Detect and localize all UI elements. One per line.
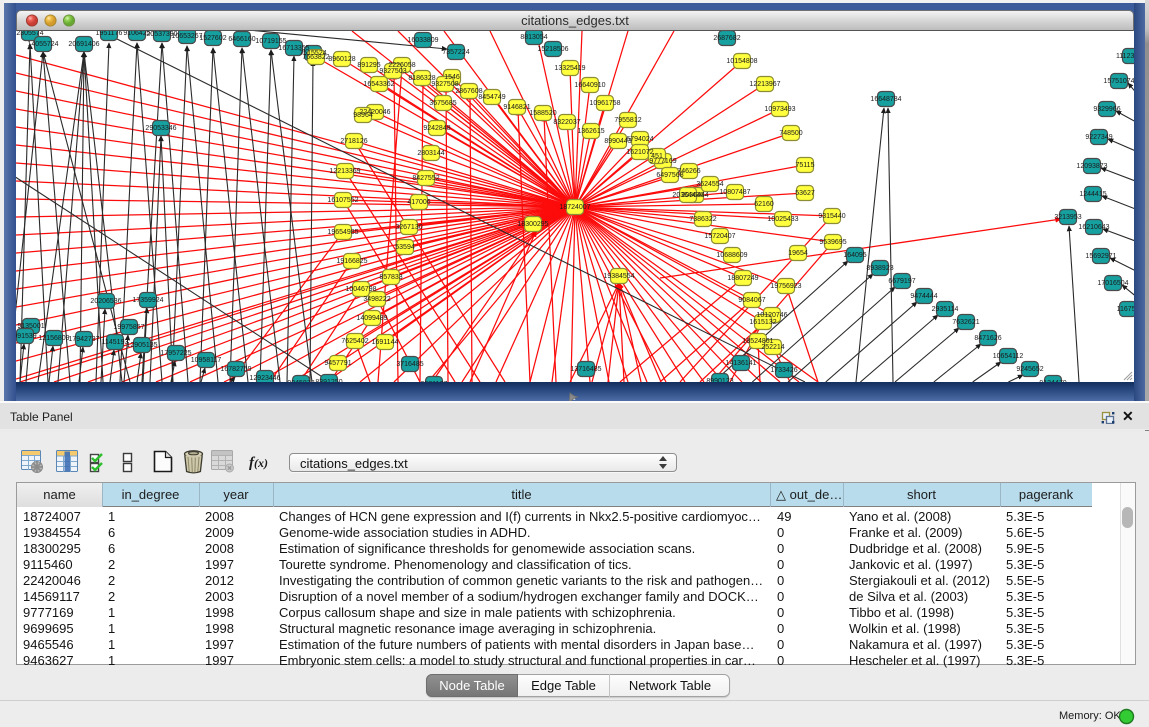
- svg-text:116753: 116753: [1117, 306, 1134, 313]
